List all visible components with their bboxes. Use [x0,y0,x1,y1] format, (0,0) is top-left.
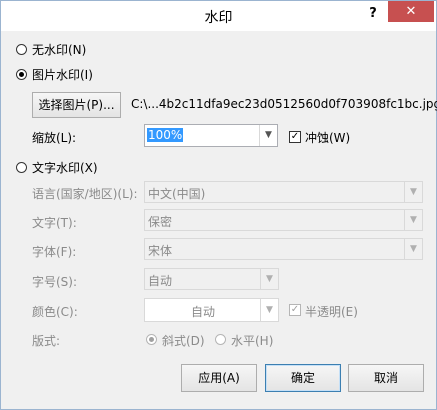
cancel-button[interactable]: 取消 [348,364,424,392]
washout-label[interactable]: 冲蚀(W) [305,129,350,146]
ok-button[interactable]: 确定 [265,364,341,392]
text-value: 保密 [148,215,173,229]
color-label: 颜色(C): [32,305,78,319]
horizontal-label[interactable]: 水平(H) [231,332,273,349]
diagonal-label[interactable]: 斜式(D) [162,332,205,349]
no-watermark-label[interactable]: 无水印(N) [32,41,86,58]
diagonal-radio[interactable] [146,334,157,345]
language-label: 语言(国家/地区)(L): [32,187,138,201]
text-watermark-radio[interactable] [16,162,27,173]
language-value: 中文(中国) [148,187,206,201]
size-value: 自动 [148,274,173,288]
horizontal-radio[interactable] [215,334,226,345]
chevron-down-icon[interactable]: ▼ [260,269,278,289]
chevron-down-icon[interactable]: ▼ [404,210,422,230]
font-combo[interactable]: 宋体 ▼ [144,238,423,260]
title-bar: 水印 ? ✕ [1,1,436,31]
help-button[interactable]: ? [361,4,385,24]
font-label: 字体(F): [32,245,77,259]
semitransparent-label[interactable]: 半透明(E) [305,303,358,320]
size-combo[interactable]: 自动 ▼ [144,268,279,290]
scale-value[interactable]: 100% [147,128,184,142]
picture-watermark-label[interactable]: 图片水印(I) [32,66,93,83]
chevron-down-icon[interactable]: ▼ [404,182,422,202]
chevron-down-icon[interactable]: ▼ [404,239,422,259]
layout-label: 版式: [32,334,61,348]
select-picture-button[interactable]: 选择图片(P)... [32,92,121,118]
watermark-dialog: 水印 ? ✕ 无水印(N) 图片水印(I) 选择图片(P)... C:\...4… [0,0,437,410]
picture-path: C:\...4b2c11dfa9ec23d0512560d0f703908fc1… [131,97,437,111]
picture-watermark-radio[interactable] [16,69,27,80]
text-watermark-label[interactable]: 文字水印(X) [32,159,98,176]
text-label: 文字(T): [32,216,77,230]
washout-checkbox[interactable]: ✓ [289,131,301,143]
size-label: 字号(S): [32,275,78,289]
no-watermark-radio[interactable] [16,44,27,55]
close-button[interactable]: ✕ [388,1,434,22]
color-combo[interactable]: 自动 ▼ [144,298,279,322]
apply-button[interactable]: 应用(A) [181,364,257,392]
text-combo[interactable]: 保密 ▼ [144,209,423,231]
font-value: 宋体 [148,244,173,258]
language-combo[interactable]: 中文(中国) ▼ [144,181,423,203]
scale-label: 缩放(L): [32,131,77,145]
scale-combo[interactable]: 100% ▼ [144,124,278,147]
chevron-down-icon[interactable]: ▼ [259,125,277,146]
color-value: 自动 [191,305,216,319]
chevron-down-icon[interactable]: ▼ [260,299,278,321]
semitransparent-checkbox[interactable]: ✓ [289,304,301,316]
